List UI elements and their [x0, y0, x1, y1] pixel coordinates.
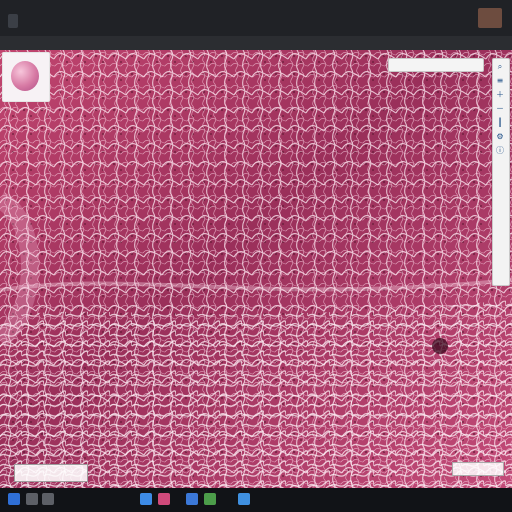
slide-viewer[interactable] — [0, 50, 512, 488]
toolbar — [0, 36, 512, 50]
info-icon[interactable]: ⓘ — [494, 145, 506, 157]
taskbar-icon-5[interactable] — [186, 493, 198, 505]
search-icon[interactable]: ⌕ — [494, 61, 506, 73]
zoom-out-icon[interactable]: － — [494, 103, 506, 115]
taskbar-icon-2[interactable] — [42, 493, 54, 505]
zoom-in-icon[interactable]: ＋ — [494, 89, 506, 101]
taskbar-icon-4[interactable] — [158, 493, 170, 505]
window-title — [28, 14, 118, 28]
window-titlebar — [0, 0, 512, 36]
status-readout — [452, 462, 504, 476]
taskbar — [0, 488, 512, 512]
ruler-icon[interactable]: ┃ — [494, 117, 506, 129]
gear-icon[interactable]: ⚙ — [494, 131, 506, 143]
right-toolbar: ⌕ ≡ ＋ － ┃ ⚙ ⓘ — [492, 58, 510, 286]
taskbar-icon-7[interactable] — [238, 493, 250, 505]
layers-icon[interactable]: ≡ — [494, 75, 506, 87]
taskbar-icon-1[interactable] — [26, 493, 38, 505]
coordinate-readout — [388, 58, 484, 72]
thumbnail-icon — [11, 61, 39, 91]
taskbar-icon-6[interactable] — [204, 493, 216, 505]
avatar — [478, 8, 502, 28]
scale-bar — [14, 464, 88, 482]
start-icon[interactable] — [8, 493, 20, 505]
taskbar-icon-3[interactable] — [140, 493, 152, 505]
app-menu-icon[interactable] — [8, 14, 18, 28]
slide-thumbnail[interactable] — [2, 52, 50, 102]
tissue-image — [0, 50, 512, 488]
